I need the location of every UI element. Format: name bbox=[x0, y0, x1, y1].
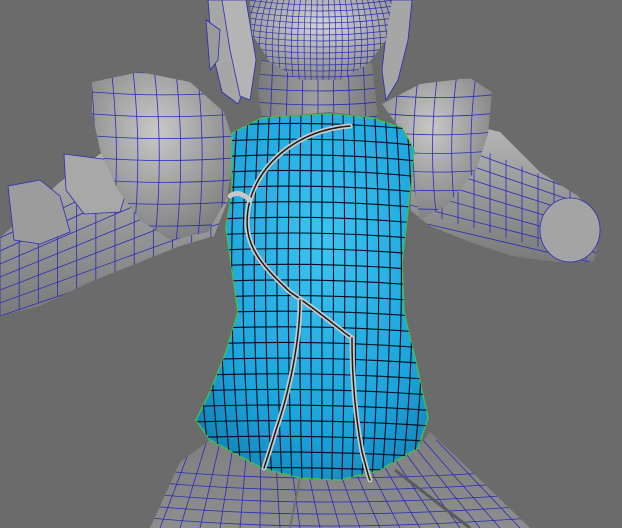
3d-viewport[interactable] bbox=[0, 0, 622, 528]
viewport-canvas[interactable] bbox=[0, 0, 622, 528]
